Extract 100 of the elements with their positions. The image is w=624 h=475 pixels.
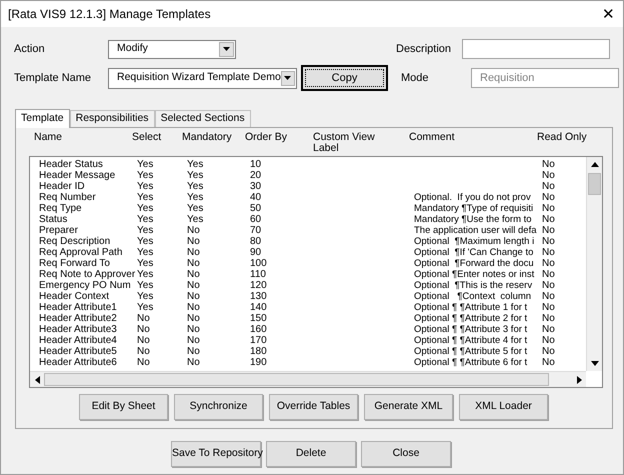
table-cell: Yes bbox=[187, 192, 204, 203]
table-cell: Yes bbox=[137, 247, 154, 258]
button[interactable]: Edit By Sheet bbox=[79, 394, 168, 420]
table-cell: Emergency PO Num bbox=[39, 280, 131, 291]
column-header: Mandatory bbox=[182, 132, 232, 143]
mode-field[interactable]: Requisition bbox=[471, 68, 619, 88]
table-cell: No bbox=[137, 324, 150, 335]
table-cell: No bbox=[137, 357, 150, 368]
table-cell: No bbox=[187, 280, 200, 291]
table-cell: No bbox=[187, 346, 200, 357]
table-cell: Header Message bbox=[39, 170, 116, 181]
table-cell: Yes bbox=[137, 192, 154, 203]
column-header: Select bbox=[132, 132, 162, 143]
table-cell: Status bbox=[39, 214, 68, 225]
table-cell: No bbox=[187, 269, 200, 280]
table-cell: No bbox=[542, 247, 555, 258]
scroll-thumb[interactable] bbox=[588, 173, 601, 195]
table-cell: No bbox=[542, 335, 555, 346]
table-cell: Optional ¶This is the reserv bbox=[414, 280, 532, 291]
scroll-right-icon[interactable] bbox=[577, 376, 582, 384]
vertical-scrollbar[interactable] bbox=[586, 157, 602, 371]
horizontal-scrollbar[interactable] bbox=[30, 371, 586, 387]
close-button[interactable]: ✕ bbox=[602, 6, 615, 22]
button[interactable]: XML Loader bbox=[459, 394, 548, 420]
table-cell: No bbox=[542, 181, 555, 192]
table-cell: Yes bbox=[137, 159, 154, 170]
table-cell: Yes bbox=[137, 269, 154, 280]
tab[interactable]: Template bbox=[15, 109, 70, 128]
table-cell: 160 bbox=[250, 324, 267, 335]
table-cell: No bbox=[542, 269, 555, 280]
table-cell: No bbox=[137, 335, 150, 346]
field-label: Description bbox=[395, 42, 452, 57]
table-cell: No bbox=[542, 346, 555, 357]
table-cell: No bbox=[542, 203, 555, 214]
button[interactable]: Save To Repository bbox=[171, 441, 261, 467]
description-field[interactable] bbox=[462, 39, 610, 59]
table-cell: Yes bbox=[137, 280, 154, 291]
table-cell: Header Attribute2 bbox=[39, 313, 117, 324]
table-cell: The application user will defa bbox=[414, 225, 537, 236]
table-cell: 100 bbox=[250, 258, 267, 269]
scroll-thumb[interactable] bbox=[44, 373, 549, 386]
copy-button[interactable]: Copy bbox=[301, 65, 388, 91]
table-cell: Preparer bbox=[39, 225, 78, 236]
table-cell: Yes bbox=[137, 214, 154, 225]
table-cell: Req Note to Approver bbox=[39, 269, 136, 280]
column-header: Order By bbox=[245, 132, 288, 143]
table-cell: Yes bbox=[137, 225, 154, 236]
button[interactable]: Close bbox=[361, 441, 451, 467]
table-cell: No bbox=[542, 159, 555, 170]
table-cell: No bbox=[542, 302, 555, 313]
table-cell: No bbox=[187, 291, 200, 302]
table-cell: Optional ¶ ¶Attribute 6 for t bbox=[414, 357, 528, 368]
tab[interactable]: Selected Sections bbox=[154, 110, 251, 127]
scroll-up-icon[interactable] bbox=[591, 162, 599, 167]
column-header: Read Only bbox=[537, 132, 587, 143]
table-cell: Optional ¶ ¶Attribute 5 for t bbox=[414, 346, 528, 357]
table-cell: 110 bbox=[250, 269, 266, 280]
column-header: Comment bbox=[409, 132, 455, 143]
table-cell: No bbox=[542, 236, 555, 247]
table-cell: No bbox=[542, 313, 555, 324]
column-header: Custom View Label bbox=[313, 132, 376, 154]
table-cell: No bbox=[137, 346, 150, 357]
table-cell: 50 bbox=[250, 203, 262, 214]
table-cell: Optional ¶ ¶Attribute 1 for t bbox=[414, 302, 528, 313]
field-label: Action bbox=[14, 42, 46, 57]
table-cell: Yes bbox=[137, 291, 154, 302]
table-cell: Yes bbox=[137, 170, 154, 181]
table-cell: Optional ¶If 'Can Change to bbox=[414, 247, 534, 258]
table-cell: Yes bbox=[187, 159, 204, 170]
table-cell: Yes bbox=[137, 302, 154, 313]
table-cell: Yes bbox=[187, 170, 204, 181]
table-cell: No bbox=[187, 313, 200, 324]
table-cell: 130 bbox=[250, 291, 267, 302]
table-cell: No bbox=[187, 225, 200, 236]
button[interactable]: Delete bbox=[266, 441, 356, 467]
action-dropdown[interactable]: Modify bbox=[108, 40, 236, 58]
table-cell: 190 bbox=[250, 357, 267, 368]
scroll-left-icon[interactable] bbox=[35, 376, 40, 384]
table-cell: Req Approval Path bbox=[39, 247, 122, 258]
window-title: [Rata VIS9 12.1.3] Manage Templates bbox=[8, 6, 211, 23]
button[interactable]: Generate XML bbox=[364, 394, 453, 420]
table-cell: No bbox=[542, 225, 555, 236]
table-cell: 150 bbox=[250, 313, 267, 324]
template-name-dropdown[interactable]: Requisition Wizard Template Demo bbox=[108, 68, 297, 88]
table-cell: 30 bbox=[250, 181, 262, 192]
table-cell: 20 bbox=[250, 170, 262, 181]
table-cell: 140 bbox=[250, 302, 267, 313]
table-cell: No bbox=[187, 335, 200, 346]
table-cell: No bbox=[542, 214, 555, 225]
table-cell: No bbox=[542, 258, 555, 269]
table-cell: Yes bbox=[187, 214, 204, 225]
table-cell: Yes bbox=[137, 258, 154, 269]
scroll-down-icon[interactable] bbox=[591, 361, 599, 366]
table-cell: 40 bbox=[250, 192, 262, 203]
button[interactable]: Synchronize bbox=[174, 394, 263, 420]
table-cell: No bbox=[187, 324, 200, 335]
button[interactable]: Override Tables bbox=[269, 394, 358, 420]
table-cell: Header Attribute1 bbox=[39, 302, 117, 313]
tab[interactable]: Responsibilities bbox=[70, 110, 155, 127]
table-cell: Optional ¶Maximum length i bbox=[414, 236, 534, 247]
